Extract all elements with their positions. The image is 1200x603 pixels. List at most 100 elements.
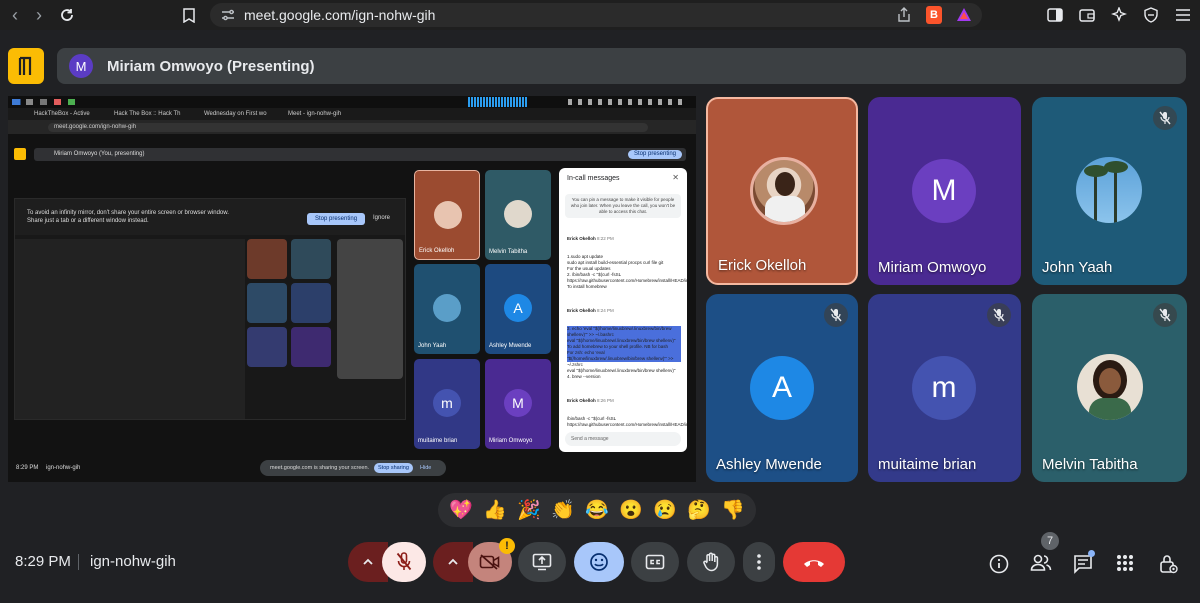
mic-off-icon xyxy=(987,303,1011,327)
reaction-clap[interactable]: 👏 xyxy=(551,498,575,522)
menu-icon[interactable] xyxy=(1174,3,1192,27)
video-options-button[interactable] xyxy=(433,542,473,582)
participant-name: John Yaah xyxy=(1042,259,1113,276)
inner-presenter-bar: Miriam Omwoyo (You, presenting) Stop pre… xyxy=(34,148,686,161)
reaction-thinking[interactable]: 🤔 xyxy=(687,498,711,522)
inner-hide: Hide xyxy=(420,465,432,471)
inner-tile-avatar: m xyxy=(433,389,461,417)
chat-unread-dot xyxy=(1088,550,1095,557)
participant-photo xyxy=(1076,157,1142,223)
inner-stop-presenting: Stop presenting xyxy=(627,150,682,159)
mic-off-icon xyxy=(1153,303,1177,327)
microphone-toggle-button[interactable] xyxy=(382,542,426,582)
meeting-code: ign-nohw-gih xyxy=(90,553,176,570)
participant-name: Miriam Omwoyo xyxy=(878,259,987,276)
fullscreen-toggle-icon[interactable] xyxy=(8,48,44,84)
bookmark-icon[interactable] xyxy=(176,2,202,28)
inner-tab: Hack The Box :: Hack Th xyxy=(114,111,181,117)
inner-tab-strip: HackTheBox - Active Hack The Box :: Hack… xyxy=(8,108,696,120)
present-now-button[interactable] xyxy=(518,542,566,582)
reload-icon[interactable] xyxy=(54,2,80,28)
reactions-button[interactable] xyxy=(574,542,624,582)
brave-shields-icon[interactable]: B xyxy=(926,6,942,24)
inner-tile: Erick Okelloh xyxy=(414,170,480,260)
meeting-controls: 8:29 PM ign-nohw-gih ! xyxy=(0,527,1200,597)
inner-chat-time: 8:22 PM xyxy=(597,236,614,241)
inner-chat-time: 8:26 PM xyxy=(597,398,614,403)
inner-tile: M Miriam Omwoyo xyxy=(485,359,551,449)
inner-tile: John Yaah xyxy=(414,264,480,354)
people-icon[interactable] xyxy=(1030,554,1052,577)
browser-toolbar: ‹ › meet.google.com/ign-nohw-gih B xyxy=(0,0,1200,30)
raise-hand-button[interactable] xyxy=(687,542,735,582)
inner-warning-stop: Stop presenting xyxy=(307,213,366,225)
participant-photo xyxy=(1077,354,1143,420)
site-settings-icon[interactable] xyxy=(220,7,236,23)
present-icon xyxy=(532,553,552,571)
back-icon[interactable]: ‹ xyxy=(2,2,28,28)
inner-chat-sender: Erick Okelloh xyxy=(567,398,596,403)
captions-button[interactable] xyxy=(631,542,679,582)
more-vert-icon xyxy=(757,554,761,570)
divider xyxy=(78,554,79,570)
inner-tile-avatar: M xyxy=(504,389,532,417)
leo-ai-icon[interactable] xyxy=(1110,3,1128,27)
inner-tile-name: Ashley Mwende xyxy=(489,343,532,349)
share-page-icon[interactable] xyxy=(896,7,912,26)
inner-os-bar xyxy=(8,96,696,108)
inner-chat-sender: Erick Okelloh xyxy=(567,236,596,241)
camera-warning-icon: ! xyxy=(499,538,515,554)
inner-tile-name: John Yaah xyxy=(418,343,447,349)
participant-name: Erick Okelloh xyxy=(718,257,807,274)
host-controls-icon[interactable] xyxy=(1158,554,1178,579)
reaction-thumbs-up[interactable]: 👍 xyxy=(483,498,507,522)
inner-footer-time: 8:29 PM xyxy=(16,465,39,471)
reaction-sad[interactable]: 😢 xyxy=(653,498,677,522)
reaction-surprised[interactable]: 😮 xyxy=(619,498,643,522)
vpn-icon[interactable] xyxy=(1142,3,1160,27)
leave-call-button[interactable] xyxy=(783,542,845,582)
participant-avatar: M xyxy=(912,159,976,223)
reaction-party[interactable]: 🎉 xyxy=(517,498,541,522)
chat-icon[interactable] xyxy=(1073,550,1095,579)
inner-tile-name: Melvin Tabitha xyxy=(489,249,528,255)
more-options-button[interactable] xyxy=(743,542,775,582)
meeting-details-icon[interactable] xyxy=(989,554,1009,579)
inner-sharing-notice: meet.google.com is sharing your screen. … xyxy=(260,460,446,476)
inner-chat-close: ✕ xyxy=(672,173,679,182)
camera-off-icon xyxy=(479,554,500,570)
participant-tile-erick[interactable]: Erick Okelloh xyxy=(706,97,858,285)
inner-tab: Meet - ign-nohw-gih xyxy=(288,111,342,117)
reaction-laugh[interactable]: 😂 xyxy=(585,498,609,522)
mic-off-icon xyxy=(396,552,412,571)
activities-icon[interactable] xyxy=(1116,554,1134,577)
participant-tile-john[interactable]: John Yaah xyxy=(1032,97,1187,285)
address-bar[interactable]: meet.google.com/ign-nohw-gih B xyxy=(210,3,982,27)
presenter-banner[interactable]: M Miriam Omwoyo (Presenting) xyxy=(57,48,1186,84)
wallet-icon[interactable] xyxy=(1078,3,1096,27)
captions-icon xyxy=(645,554,665,570)
forward-icon[interactable]: › xyxy=(26,2,52,28)
inner-chat-panel: In-call messages ✕ You can pin a message… xyxy=(559,168,687,452)
inner-tile: m muitaime brian xyxy=(414,359,480,449)
participant-tile-muitaime[interactable]: m muitaime brian xyxy=(868,294,1021,482)
inner-chat-body: /bin/bash -c "$(curl -fsSL https://raw.g… xyxy=(567,416,687,427)
reaction-sparkle-heart[interactable]: 💖 xyxy=(449,498,473,522)
participant-name: Melvin Tabitha xyxy=(1042,456,1138,473)
presenter-avatar: M xyxy=(69,54,93,78)
inner-address-bar: meet.google.com/ign-nohw-gih xyxy=(8,120,696,134)
inner-sharing-text: meet.google.com is sharing your screen. xyxy=(270,465,370,471)
inner-tile-avatar: A xyxy=(504,294,532,322)
inner-chat-notice: You can pin a message to make it visible… xyxy=(565,194,681,218)
participant-tile-miriam[interactable]: M Miriam Omwoyo xyxy=(868,97,1021,285)
reactions-bar: 💖 👍 🎉 👏 😂 😮 😢 🤔 👎 xyxy=(438,493,756,527)
inner-tile-name: Erick Okelloh xyxy=(419,248,455,254)
participant-tile-melvin[interactable]: Melvin Tabitha xyxy=(1032,294,1187,482)
inner-mirror: To avoid an infinity mirror, don't share… xyxy=(14,198,406,420)
brave-rewards-icon[interactable] xyxy=(956,7,972,26)
participant-tile-ashley[interactable]: A Ashley Mwende xyxy=(706,294,858,482)
participant-photo xyxy=(750,157,818,225)
reaction-thumbs-down[interactable]: 👎 xyxy=(721,498,745,522)
sidebar-icon[interactable] xyxy=(1046,3,1064,27)
participant-avatar: m xyxy=(912,356,976,420)
